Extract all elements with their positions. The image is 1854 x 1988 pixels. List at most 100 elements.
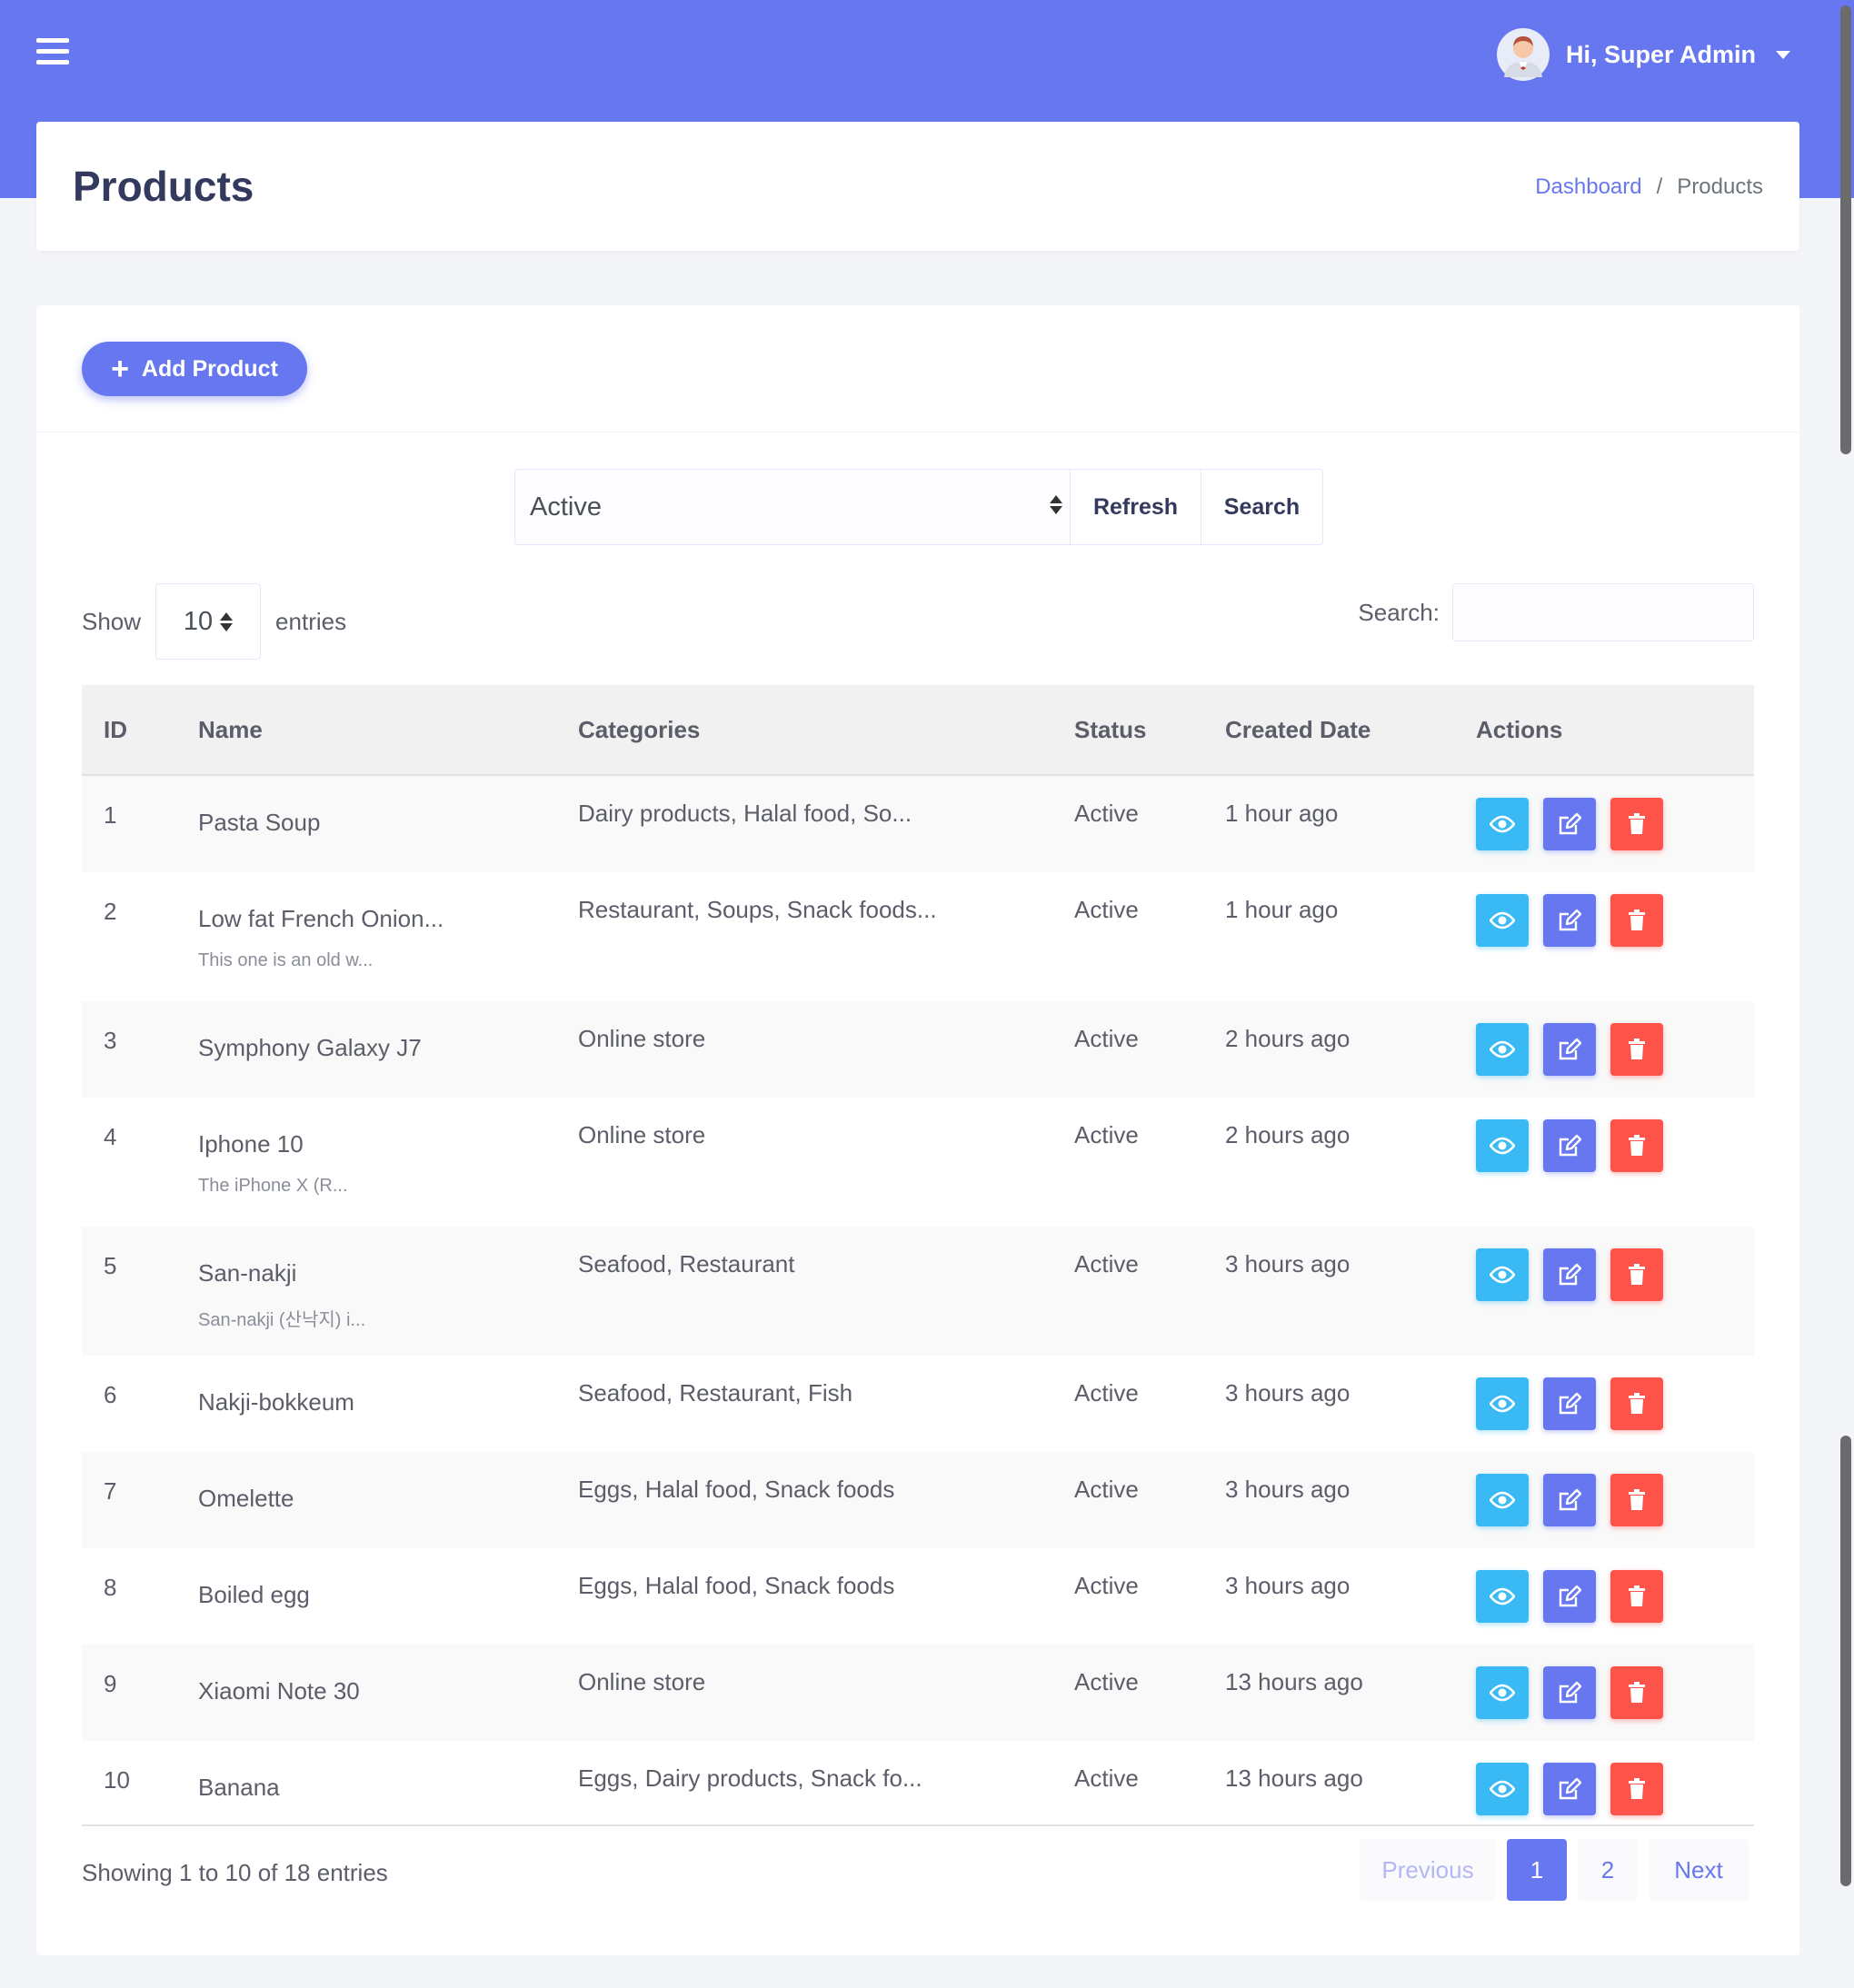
edit-button[interactable] <box>1543 798 1596 850</box>
table-bottom-border <box>82 1824 1754 1826</box>
view-button[interactable] <box>1476 1023 1529 1076</box>
edit-button[interactable] <box>1543 1666 1596 1719</box>
edit-button[interactable] <box>1543 1377 1596 1430</box>
cell-categories: Dairy products, Halal food, So... <box>578 800 912 827</box>
column-header-id[interactable]: ID <box>104 716 127 744</box>
cell-name: Pasta Soup <box>198 809 321 836</box>
search-button[interactable]: Search <box>1201 469 1323 545</box>
cell-status: Active <box>1074 1668 1139 1695</box>
cell-created: 3 hours ago <box>1225 1250 1351 1277</box>
column-header-categories[interactable]: Categories <box>578 716 700 744</box>
cell-categories: Seafood, Restaurant <box>578 1250 795 1277</box>
cell-created: 3 hours ago <box>1225 1379 1351 1407</box>
scrollbar-thumb-bottom[interactable] <box>1840 1436 1851 1886</box>
view-button[interactable] <box>1476 798 1529 850</box>
table-row: 7 Omelette Eggs, Halal food, Snack foods Ac… <box>82 1452 1754 1548</box>
edit-button[interactable] <box>1543 1763 1596 1815</box>
trash-icon <box>1628 1135 1646 1157</box>
status-select[interactable]: Active <box>514 469 1071 545</box>
add-product-button[interactable]: + Add Product <box>82 342 307 396</box>
edit-button[interactable] <box>1543 1248 1596 1301</box>
edit-button[interactable] <box>1543 1570 1596 1623</box>
refresh-button[interactable]: Refresh <box>1071 469 1201 545</box>
delete-button[interactable] <box>1610 1666 1663 1719</box>
status-filter-group: Active Refresh Search <box>514 469 1323 545</box>
trash-icon <box>1628 1264 1646 1286</box>
delete-button[interactable] <box>1610 1377 1663 1430</box>
edit-button[interactable] <box>1543 1474 1596 1526</box>
edit-button[interactable] <box>1543 894 1596 947</box>
page-button-2[interactable]: 2 <box>1578 1839 1638 1901</box>
cell-status: Active <box>1074 1379 1139 1407</box>
view-button[interactable] <box>1476 1248 1529 1301</box>
delete-button[interactable] <box>1610 798 1663 850</box>
page-button-1[interactable]: 1 <box>1507 1839 1567 1901</box>
view-button[interactable] <box>1476 1666 1529 1719</box>
view-button[interactable] <box>1476 1119 1529 1172</box>
edit-button[interactable] <box>1543 1023 1596 1076</box>
entries-label: entries <box>275 607 347 635</box>
next-page-button[interactable]: Next <box>1649 1839 1749 1901</box>
delete-button[interactable] <box>1610 1023 1663 1076</box>
delete-button[interactable] <box>1610 1119 1663 1172</box>
table-row: 4 Iphone 10 Online store Active 2 hours ago T… <box>82 1098 1754 1227</box>
edit-icon <box>1558 1038 1581 1061</box>
delete-button[interactable] <box>1610 1474 1663 1526</box>
table-search-control: Search: <box>1358 583 1754 641</box>
view-button[interactable] <box>1476 1570 1529 1623</box>
cell-created: 2 hours ago <box>1225 1025 1351 1052</box>
trash-icon <box>1628 1039 1646 1060</box>
cell-created: 3 hours ago <box>1225 1476 1351 1503</box>
edit-icon <box>1558 1392 1581 1416</box>
cell-name: Omelette <box>198 1485 294 1512</box>
delete-button[interactable] <box>1610 1570 1663 1623</box>
view-button[interactable] <box>1476 894 1529 947</box>
eye-icon <box>1490 1137 1515 1155</box>
cell-categories: Restaurant, Soups, Snack foods... <box>578 896 937 923</box>
eye-icon <box>1490 1395 1515 1413</box>
view-button[interactable] <box>1476 1763 1529 1815</box>
edit-icon <box>1558 1585 1581 1608</box>
cell-categories: Seafood, Restaurant, Fish <box>578 1379 853 1407</box>
scrollbar[interactable] <box>1838 0 1854 1988</box>
cell-id: 5 <box>104 1252 117 1279</box>
cell-name: Nakji-bokkeum <box>198 1388 354 1416</box>
column-header-status[interactable]: Status <box>1074 716 1146 744</box>
eye-icon <box>1490 1040 1515 1059</box>
delete-button[interactable] <box>1610 1763 1663 1815</box>
delete-button[interactable] <box>1610 894 1663 947</box>
cell-status: Active <box>1074 1121 1139 1148</box>
previous-page-button[interactable]: Previous <box>1360 1839 1496 1901</box>
view-button[interactable] <box>1476 1474 1529 1526</box>
page-length-control: Show 10 entries <box>82 583 346 660</box>
edit-icon <box>1558 812 1581 836</box>
cell-name: Banana <box>198 1774 280 1801</box>
cell-name: Symphony Galaxy J7 <box>198 1034 422 1061</box>
products-card: + Add Product Active Refresh Search Show… <box>36 305 1799 1955</box>
delete-button[interactable] <box>1610 1248 1663 1301</box>
plus-icon: + <box>111 352 129 386</box>
cell-categories: Eggs, Dairy products, Snack fo... <box>578 1764 922 1792</box>
cell-created: 3 hours ago <box>1225 1572 1351 1599</box>
cell-created: 1 hour ago <box>1225 896 1339 923</box>
trash-icon <box>1628 1489 1646 1511</box>
table-search-input[interactable] <box>1452 583 1754 641</box>
breadcrumb: Dashboard / Products <box>1535 174 1763 200</box>
column-header-created[interactable]: Created Date <box>1225 716 1371 744</box>
edit-button[interactable] <box>1543 1119 1596 1172</box>
cell-id: 4 <box>104 1123 117 1150</box>
table-row: 10 Banana Eggs, Dairy products, Snack fo..… <box>82 1741 1754 1837</box>
cell-description: San-nakji (산낙지) i... <box>198 1310 366 1330</box>
user-dropdown[interactable]: Hi, Super Admin <box>1496 25 1790 84</box>
cell-name: Boiled egg <box>198 1581 310 1608</box>
page-length-select[interactable]: 10 <box>155 583 262 660</box>
view-button[interactable] <box>1476 1377 1529 1430</box>
cell-id: 9 <box>104 1670 117 1697</box>
cell-created: 2 hours ago <box>1225 1121 1351 1148</box>
scrollbar-thumb-top[interactable] <box>1840 5 1851 454</box>
breadcrumb-dashboard-link[interactable]: Dashboard <box>1535 174 1641 200</box>
caret-down-icon <box>1776 50 1790 59</box>
column-header-name[interactable]: Name <box>198 716 263 744</box>
menu-icon[interactable] <box>36 38 69 69</box>
trash-icon <box>1628 1393 1646 1415</box>
